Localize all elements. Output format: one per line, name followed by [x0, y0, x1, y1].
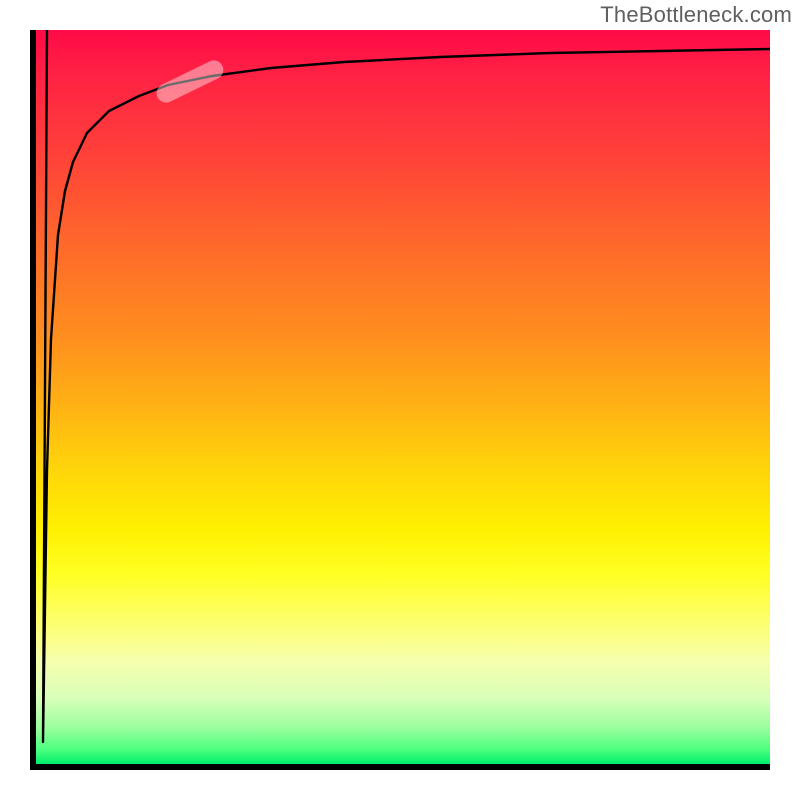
watermark-text: TheBottleneck.com — [600, 2, 792, 28]
bottleneck-curve — [43, 30, 770, 742]
curve-layer — [36, 30, 770, 764]
chart-stage: TheBottleneck.com — [0, 0, 800, 800]
x-axis — [30, 764, 770, 770]
y-axis — [30, 30, 36, 770]
